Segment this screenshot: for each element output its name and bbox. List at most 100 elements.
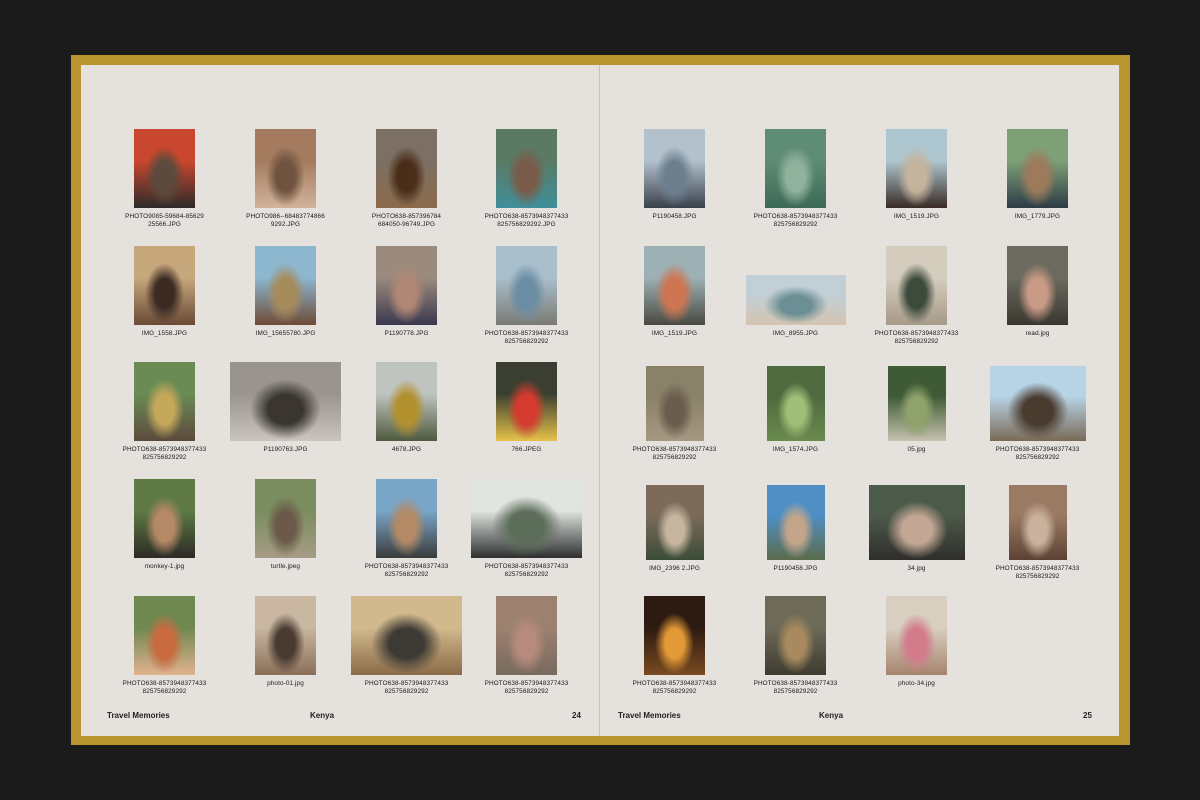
photo-caption: P1190763.JPG: [263, 446, 308, 453]
photo-item[interactable]: 766.JPEG: [466, 362, 587, 454]
photo-item[interactable]: PHOTO638-8573948377433 825756829292: [856, 246, 977, 346]
photo-thumbnail[interactable]: [1008, 485, 1067, 560]
photo-caption: IMG_1574.JPG: [772, 446, 819, 453]
photo-item[interactable]: IMG_2396 2.JPG: [614, 485, 735, 573]
photo-item[interactable]: 4678.JPG: [346, 362, 467, 454]
footer-page-number: 24: [572, 711, 581, 720]
photo-thumbnail[interactable]: [255, 479, 316, 558]
photo-item[interactable]: IMG_1519.JPG: [614, 246, 735, 338]
photo-thumbnail[interactable]: [471, 479, 582, 558]
photo-thumbnail[interactable]: [886, 596, 947, 675]
photo-caption: PHOTO638-8573948377433 825756829292: [122, 680, 207, 695]
photo-item[interactable]: PHOTO638-8573948377433 825756829292: [346, 479, 467, 579]
photo-item[interactable]: PHOTO638-8573948377433 825756829292: [735, 129, 856, 229]
photo-caption: IMG_1558.JPG: [141, 330, 188, 337]
photo-item[interactable]: IMG_8955.JPG: [735, 275, 856, 338]
photo-caption: IMG_1519.JPG: [651, 330, 698, 337]
page-left: PHOTO9085-59684-85629 25566.JPG PHOTO986-…: [81, 65, 599, 736]
photo-thumbnail[interactable]: [765, 129, 826, 208]
photo-item[interactable]: P1190778.JPG: [346, 246, 467, 338]
photo-caption: PHOTO638-8573948377433 825756829292.JPG: [484, 213, 569, 228]
photo-caption: PHOTO638-8573948377433 825756829292: [632, 446, 717, 461]
photo-item[interactable]: PHOTO9085-59684-85629 25566.JPG: [104, 129, 225, 229]
photo-item[interactable]: 05.jpg: [856, 366, 977, 454]
photo-thumbnail[interactable]: [766, 485, 825, 560]
photo-caption: PHOTO638-8573948377433 825756829292: [995, 565, 1080, 580]
photo-thumbnail[interactable]: [644, 596, 705, 675]
photo-thumbnail[interactable]: [134, 479, 195, 558]
photo-thumbnail[interactable]: [376, 479, 437, 558]
photo-item[interactable]: IMG_1558.JPG: [104, 246, 225, 338]
photo-caption: 34.jpg: [907, 565, 926, 572]
photo-thumbnail[interactable]: [376, 129, 437, 208]
photo-caption: PHOTO638-8573948377433 825756829292: [484, 330, 569, 345]
footer-section: Kenya: [310, 711, 335, 720]
photo-item[interactable]: PHOTO638-8573948377433 825756829292: [104, 362, 225, 462]
photo-item[interactable]: photo-34.jpg: [856, 596, 977, 688]
photo-caption: PHOTO638-857396784 684050-96749.JPG: [371, 213, 442, 228]
photo-caption: IMG_8955.JPG: [772, 330, 819, 337]
photo-thumbnail[interactable]: [376, 246, 437, 325]
photo-item[interactable]: turtle.jpeg: [225, 479, 346, 571]
photo-item[interactable]: IMG_1574.JPG: [735, 366, 856, 454]
photo-caption: P1190778.JPG: [384, 330, 429, 337]
photo-thumbnail[interactable]: [886, 129, 947, 208]
photo-thumbnail[interactable]: [134, 246, 195, 325]
photo-item[interactable]: PHOTO638-8573948377433 825756829292: [977, 366, 1098, 462]
photo-item[interactable]: PHOTO638-8573948377433 825756829292: [466, 596, 587, 696]
photo-thumbnail[interactable]: [886, 246, 947, 325]
photo-item[interactable]: P1190458.JPG: [614, 129, 735, 221]
photo-caption: PHOTO638-8573948377433 825756829292: [364, 563, 449, 578]
photo-thumbnail[interactable]: [255, 129, 316, 208]
photo-thumbnail[interactable]: [496, 129, 557, 208]
photo-thumbnail[interactable]: [134, 596, 195, 675]
photo-thumbnail[interactable]: [255, 246, 316, 325]
photo-item[interactable]: PHOTO638-8573948377433 825756829292: [614, 366, 735, 462]
photo-item[interactable]: PHOTO638-8573948377433 825756829292: [614, 596, 735, 696]
photo-caption: PHOTO638-8573948377433 825756829292: [632, 680, 717, 695]
photo-thumbnail[interactable]: [645, 485, 704, 560]
photo-item[interactable]: IMG_15655780.JPG: [225, 246, 346, 338]
photo-thumbnail[interactable]: [644, 129, 705, 208]
photo-thumbnail[interactable]: [644, 246, 705, 325]
photo-item[interactable]: PHOTO638-8573948377433 825756829292.JPG: [466, 129, 587, 229]
photo-thumbnail[interactable]: [1007, 129, 1068, 208]
photo-caption: PHOTO9085-59684-85629 25566.JPG: [125, 213, 204, 228]
photo-thumbnail[interactable]: [745, 275, 846, 325]
photo-thumbnail[interactable]: [376, 362, 437, 441]
photo-thumbnail[interactable]: [134, 129, 195, 208]
photo-thumbnail[interactable]: [255, 596, 316, 675]
photo-item[interactable]: IMG_1779.JPG: [977, 129, 1098, 221]
photo-item[interactable]: PHOTO638-8573948377433 825756829292: [104, 596, 225, 696]
photo-item[interactable]: monkey-1.jpg: [104, 479, 225, 571]
photo-item[interactable]: PHOTO638-8573948377433 825756829292: [466, 479, 587, 579]
photo-thumbnail[interactable]: [766, 366, 825, 441]
photo-thumbnail[interactable]: [1007, 246, 1068, 325]
photo-item[interactable]: PHOTO638-8573948377433 825756829292: [735, 596, 856, 696]
photo-caption: 4678.JPG: [391, 446, 422, 453]
photo-item[interactable]: PHOTO986--68483774866 9292.JPG: [225, 129, 346, 229]
photo-thumbnail[interactable]: [134, 362, 195, 441]
photo-thumbnail[interactable]: [496, 246, 557, 325]
photo-thumbnail[interactable]: [496, 362, 557, 441]
photo-thumbnail[interactable]: [868, 485, 965, 560]
photo-thumbnail[interactable]: [645, 366, 704, 441]
photo-thumbnail[interactable]: [989, 366, 1086, 441]
photo-thumbnail[interactable]: [496, 596, 557, 675]
photo-thumbnail[interactable]: [351, 596, 462, 675]
photo-thumbnail[interactable]: [230, 362, 341, 441]
photo-caption: P1190458.JPG: [652, 213, 697, 220]
photo-item[interactable]: IMG_1519.JPG: [856, 129, 977, 221]
photo-item[interactable]: P1190458.JPG: [735, 485, 856, 573]
photo-item[interactable]: PHOTO638-8573948377433 825756829292: [977, 485, 1098, 581]
photo-thumbnail[interactable]: [765, 596, 826, 675]
photo-item[interactable]: PHOTO638-8573948377433 825756829292: [346, 596, 467, 696]
photo-item[interactable]: P1190763.JPG: [225, 362, 346, 454]
photo-item[interactable]: read.jpg: [977, 246, 1098, 338]
photo-item[interactable]: 34.jpg: [856, 485, 977, 573]
photo-thumbnail[interactable]: [887, 366, 946, 441]
photo-caption: photo-01.jpg: [267, 680, 304, 687]
photo-item[interactable]: photo-01.jpg: [225, 596, 346, 688]
photo-item[interactable]: PHOTO638-857396784 684050-96749.JPG: [346, 129, 467, 229]
photo-item[interactable]: PHOTO638-8573948377433 825756829292: [466, 246, 587, 346]
